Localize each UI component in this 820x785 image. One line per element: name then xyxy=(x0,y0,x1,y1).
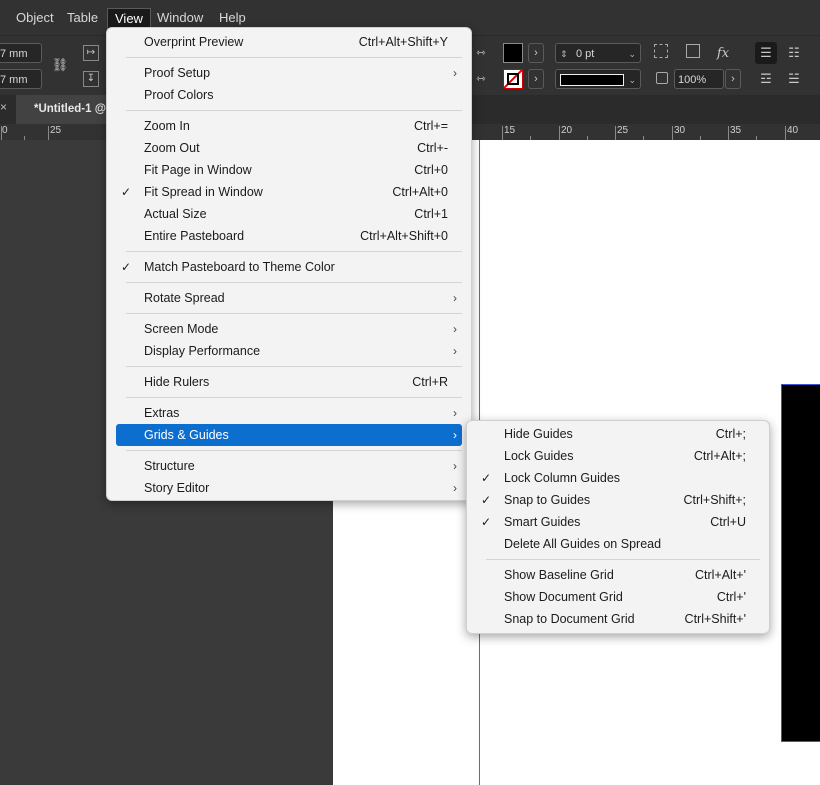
menu-item-match-pasteboard[interactable]: ✓ Match Pasteboard to Theme Color xyxy=(116,256,462,278)
menu-item-rotate-spread[interactable]: Rotate Spread › xyxy=(116,287,462,309)
checkmark-icon: ✓ xyxy=(120,185,132,199)
menu-item-lock-guides[interactable]: Lock Guides Ctrl+Alt+; xyxy=(476,445,760,467)
scale-height-icon[interactable]: ↧ xyxy=(83,71,99,87)
ruler-label: 0 xyxy=(2,125,8,136)
menu-separator xyxy=(126,251,462,252)
scale-width-icon[interactable]: ↦ xyxy=(83,45,99,61)
menu-separator xyxy=(126,110,462,111)
opacity-field[interactable]: 100% xyxy=(674,69,724,89)
menu-item-proof-setup[interactable]: Proof Setup › xyxy=(116,62,462,84)
document-tab[interactable]: *Untitled-1 @ 100% xyxy=(16,95,116,124)
ruler-label: 25 xyxy=(50,125,62,136)
checkmark-icon: ✓ xyxy=(480,493,492,507)
menu-separator xyxy=(486,559,760,560)
chevron-right-icon: › xyxy=(453,322,457,336)
menu-item-structure[interactable]: Structure › xyxy=(116,455,462,477)
menu-item-extras[interactable]: Extras › xyxy=(116,402,462,424)
menu-separator xyxy=(126,57,462,58)
stroke-type-field[interactable]: ⌄ xyxy=(555,69,641,89)
chevron-right-icon: › xyxy=(453,344,457,358)
opacity-checkbox[interactable] xyxy=(656,72,668,84)
chevron-right-icon: › xyxy=(453,406,457,420)
menu-object[interactable]: Object xyxy=(16,10,54,26)
menu-table[interactable]: Table xyxy=(67,10,98,26)
wrap-jump-icon[interactable]: ☱ xyxy=(785,70,803,88)
fill-swatch[interactable] xyxy=(503,43,523,63)
frame-icon[interactable] xyxy=(686,44,700,58)
stroke-swatch-arrow[interactable]: › xyxy=(528,69,544,89)
none-slash-icon xyxy=(504,70,522,88)
stroke-weight-value: 0 pt xyxy=(576,48,595,60)
align-icon[interactable]: ⇿ xyxy=(472,44,490,62)
checkmark-icon: ✓ xyxy=(120,260,132,274)
document-tab-title: *Untitled-1 @ 100% xyxy=(34,103,116,115)
chevron-down-icon[interactable]: ⌄ xyxy=(628,44,636,64)
checkmark-icon: ✓ xyxy=(480,471,492,485)
menu-item-show-document-grid[interactable]: Show Document Grid Ctrl+' xyxy=(476,586,760,608)
menu-item-show-baseline-grid[interactable]: Show Baseline Grid Ctrl+Alt+' xyxy=(476,564,760,586)
chevron-right-icon: › xyxy=(453,481,457,495)
menu-item-smart-guides[interactable]: ✓ Smart Guides Ctrl+U xyxy=(476,511,760,533)
opacity-arrow[interactable]: › xyxy=(725,69,741,89)
menu-item-hide-guides[interactable]: Hide Guides Ctrl+; xyxy=(476,423,760,445)
chevron-right-icon: › xyxy=(453,459,457,473)
menu-item-delete-all-guides[interactable]: Delete All Guides on Spread xyxy=(476,533,760,555)
distribute-icon[interactable]: ⇿ xyxy=(472,70,490,88)
select-container-icon[interactable] xyxy=(654,44,668,58)
ruler-label: 25 xyxy=(617,125,629,136)
menu-item-proof-colors[interactable]: Proof Colors xyxy=(116,84,462,106)
wrap-around-icon[interactable]: ☲ xyxy=(757,70,775,88)
grids-guides-submenu: Hide Guides Ctrl+; Lock Guides Ctrl+Alt+… xyxy=(466,420,770,634)
menu-item-actual-size[interactable]: Actual Size Ctrl+1 xyxy=(116,203,462,225)
chevron-down-icon[interactable]: ⌄ xyxy=(628,70,636,90)
menu-item-display-performance[interactable]: Display Performance › xyxy=(116,340,462,362)
stroke-type-preview xyxy=(560,74,624,86)
ruler-label: 20 xyxy=(561,125,573,136)
close-tab-icon[interactable]: × xyxy=(0,100,12,114)
ruler-label: 35 xyxy=(730,125,742,136)
ruler-label: 15 xyxy=(504,125,516,136)
menu-help[interactable]: Help xyxy=(219,10,246,26)
chevron-right-icon: › xyxy=(453,428,457,442)
width-field[interactable]: 7 mm xyxy=(0,43,42,63)
text-align-center-icon[interactable]: ☷ xyxy=(785,44,803,62)
stepper-icon[interactable]: ⇕ xyxy=(560,44,568,64)
menu-window[interactable]: Window xyxy=(157,10,203,26)
fill-swatch-arrow[interactable]: › xyxy=(528,43,544,63)
menu-item-screen-mode[interactable]: Screen Mode › xyxy=(116,318,462,340)
ruler-label: 30 xyxy=(674,125,686,136)
menu-item-overprint-preview[interactable]: Overprint Preview Ctrl+Alt+Shift+Y xyxy=(116,31,462,53)
menu-separator xyxy=(126,366,462,367)
menu-item-fit-spread[interactable]: ✓ Fit Spread in Window Ctrl+Alt+0 xyxy=(116,181,462,203)
stroke-swatch[interactable] xyxy=(503,69,523,89)
stroke-weight-field[interactable]: ⇕ 0 pt ⌄ xyxy=(555,43,641,63)
checkmark-icon: ✓ xyxy=(480,515,492,529)
menu-item-grids-guides[interactable]: Grids & Guides › xyxy=(116,424,462,446)
selected-rectangle-frame[interactable] xyxy=(781,384,820,742)
menu-separator xyxy=(126,397,462,398)
menu-item-zoom-out[interactable]: Zoom Out Ctrl+- xyxy=(116,137,462,159)
text-align-top-icon[interactable]: ☰ xyxy=(757,44,775,62)
menu-item-entire-pasteboard[interactable]: Entire Pasteboard Ctrl+Alt+Shift+0 xyxy=(116,225,462,247)
menu-item-snap-to-document-grid[interactable]: Snap to Document Grid Ctrl+Shift+' xyxy=(476,608,760,630)
menu-item-fit-page[interactable]: Fit Page in Window Ctrl+0 xyxy=(116,159,462,181)
menu-separator xyxy=(126,313,462,314)
menu-item-zoom-in[interactable]: Zoom In Ctrl+= xyxy=(116,115,462,137)
menu-separator xyxy=(126,282,462,283)
effects-fx-icon[interactable]: fx xyxy=(714,45,732,63)
menu-item-story-editor[interactable]: Story Editor › xyxy=(116,477,462,499)
menu-item-snap-to-guides[interactable]: ✓ Snap to Guides Ctrl+Shift+; xyxy=(476,489,760,511)
height-field[interactable]: 7 mm xyxy=(0,69,42,89)
chevron-right-icon: › xyxy=(453,66,457,80)
ruler-label: 40 xyxy=(787,125,799,136)
view-menu-dropdown: Overprint Preview Ctrl+Alt+Shift+Y Proof… xyxy=(106,27,472,501)
menu-separator xyxy=(126,450,462,451)
constrain-proportions-icon[interactable]: ⛓ xyxy=(51,56,69,74)
menu-item-lock-column-guides[interactable]: ✓ Lock Column Guides xyxy=(476,467,760,489)
menu-item-hide-rulers[interactable]: Hide Rulers Ctrl+R xyxy=(116,371,462,393)
chevron-right-icon: › xyxy=(453,291,457,305)
